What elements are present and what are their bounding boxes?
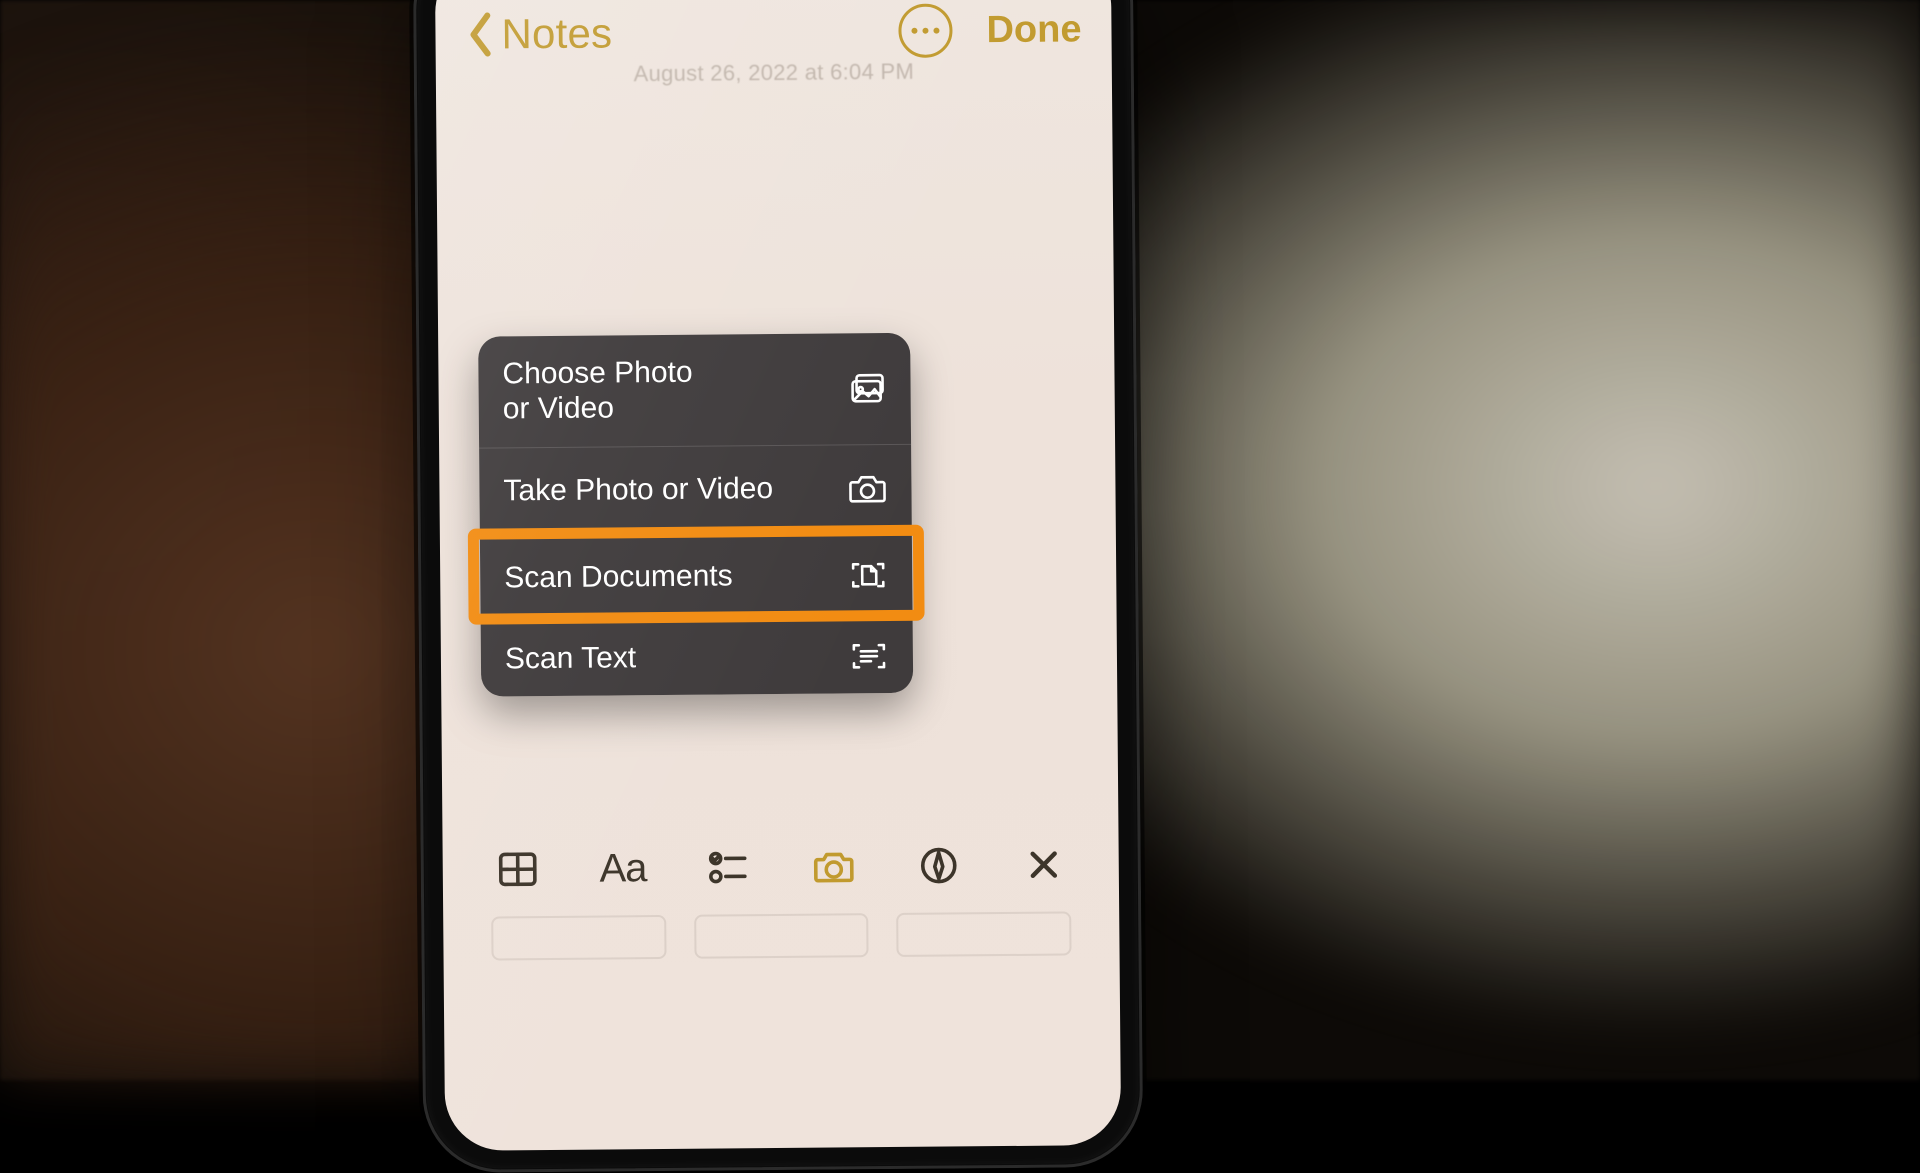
menu-choose-photo-video[interactable]: Choose Photo or Video (478, 333, 911, 449)
back-label: Notes (501, 9, 612, 58)
camera-button[interactable] (806, 839, 860, 893)
menu-scan-text[interactable]: Scan Text (481, 619, 914, 697)
done-button[interactable]: Done (986, 8, 1081, 52)
menu-item-label: Scan Text (505, 640, 637, 677)
back-button[interactable]: Notes (465, 9, 612, 58)
menu-item-label: Choose Photo or Video (502, 355, 693, 427)
camera-icon (847, 471, 887, 505)
note-date: August 26, 2022 at 6:04 PM (436, 57, 1112, 89)
scan-text-icon (849, 639, 889, 673)
dismiss-button[interactable] (1016, 837, 1070, 891)
keyboard-toolbar: Aa (490, 825, 1071, 908)
checklist-icon (705, 844, 751, 890)
scan-doc-icon (848, 558, 888, 592)
close-icon (1020, 841, 1066, 887)
menu-take-photo-video[interactable]: Take Photo or Video (479, 445, 912, 536)
keyboard-row-hint (491, 911, 1071, 960)
text-format-button[interactable]: Aa (596, 841, 650, 895)
attachment-menu: Choose Photo or Video Take Photo or Vide… (478, 333, 913, 697)
camera-icon (810, 843, 856, 889)
photo-stack-icon (846, 371, 886, 405)
table-button[interactable] (491, 842, 545, 896)
menu-scan-documents[interactable]: Scan Documents (480, 532, 913, 623)
table-icon (495, 846, 541, 892)
phone-body: Notes Done August 26, 2022 at 6:04 PM Ch… (413, 0, 1144, 1173)
ellipsis-circle-icon[interactable] (898, 3, 952, 57)
markup-icon (915, 842, 961, 888)
checklist-button[interactable] (701, 840, 755, 894)
menu-item-label: Scan Documents (504, 558, 733, 595)
chevron-left-icon (465, 11, 495, 57)
markup-button[interactable] (911, 838, 965, 892)
phone-screen: Notes Done August 26, 2022 at 6:04 PM Ch… (435, 0, 1121, 1151)
aa-icon: Aa (599, 846, 646, 891)
menu-item-label: Take Photo or Video (503, 471, 773, 509)
